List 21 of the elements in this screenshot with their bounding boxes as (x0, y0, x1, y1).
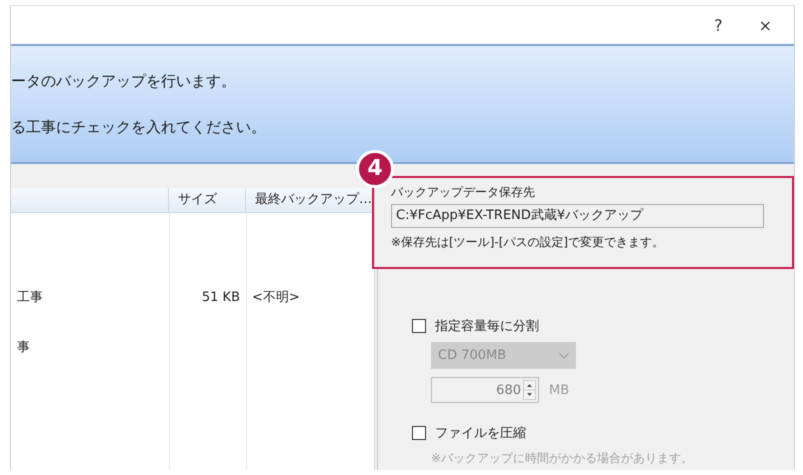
checkbox-label: 指定容量毎に分割 (435, 318, 539, 335)
hint-text: ※保存先は[ツール]-[パスの設定]で変更できます。 (391, 234, 666, 250)
checkbox-label: ファイルを圧縮 (435, 425, 526, 442)
instruction-text: る工事にチェックを入れてください。 (11, 117, 267, 137)
instruction-text: ータのバックアップを行います。 (11, 71, 237, 91)
checkbox[interactable] (412, 319, 426, 333)
field-label: バックアップデータ保存先 (391, 184, 536, 200)
table-cell: 51 KB (202, 290, 240, 305)
help-button[interactable]: ? (710, 16, 727, 34)
chevron-down-icon (559, 353, 569, 359)
table-cell: 工事 (17, 290, 43, 305)
close-button[interactable]: × (754, 16, 776, 34)
step-badge: 4 (356, 150, 394, 188)
table-cell: 事 (17, 340, 30, 355)
unit-label: MB (549, 382, 570, 398)
checkbox[interactable] (412, 426, 426, 440)
hint-text: ※バックアップに時間がかかる場合があります。 (431, 450, 694, 467)
column-header[interactable]: 最終バックアップ… (246, 188, 373, 212)
path-field[interactable]: C:¥FcApp¥EX-TREND武蔵¥バックアップ (391, 204, 764, 228)
table-cell: <不明> (252, 290, 300, 305)
column-header[interactable]: サイズ (169, 188, 246, 212)
